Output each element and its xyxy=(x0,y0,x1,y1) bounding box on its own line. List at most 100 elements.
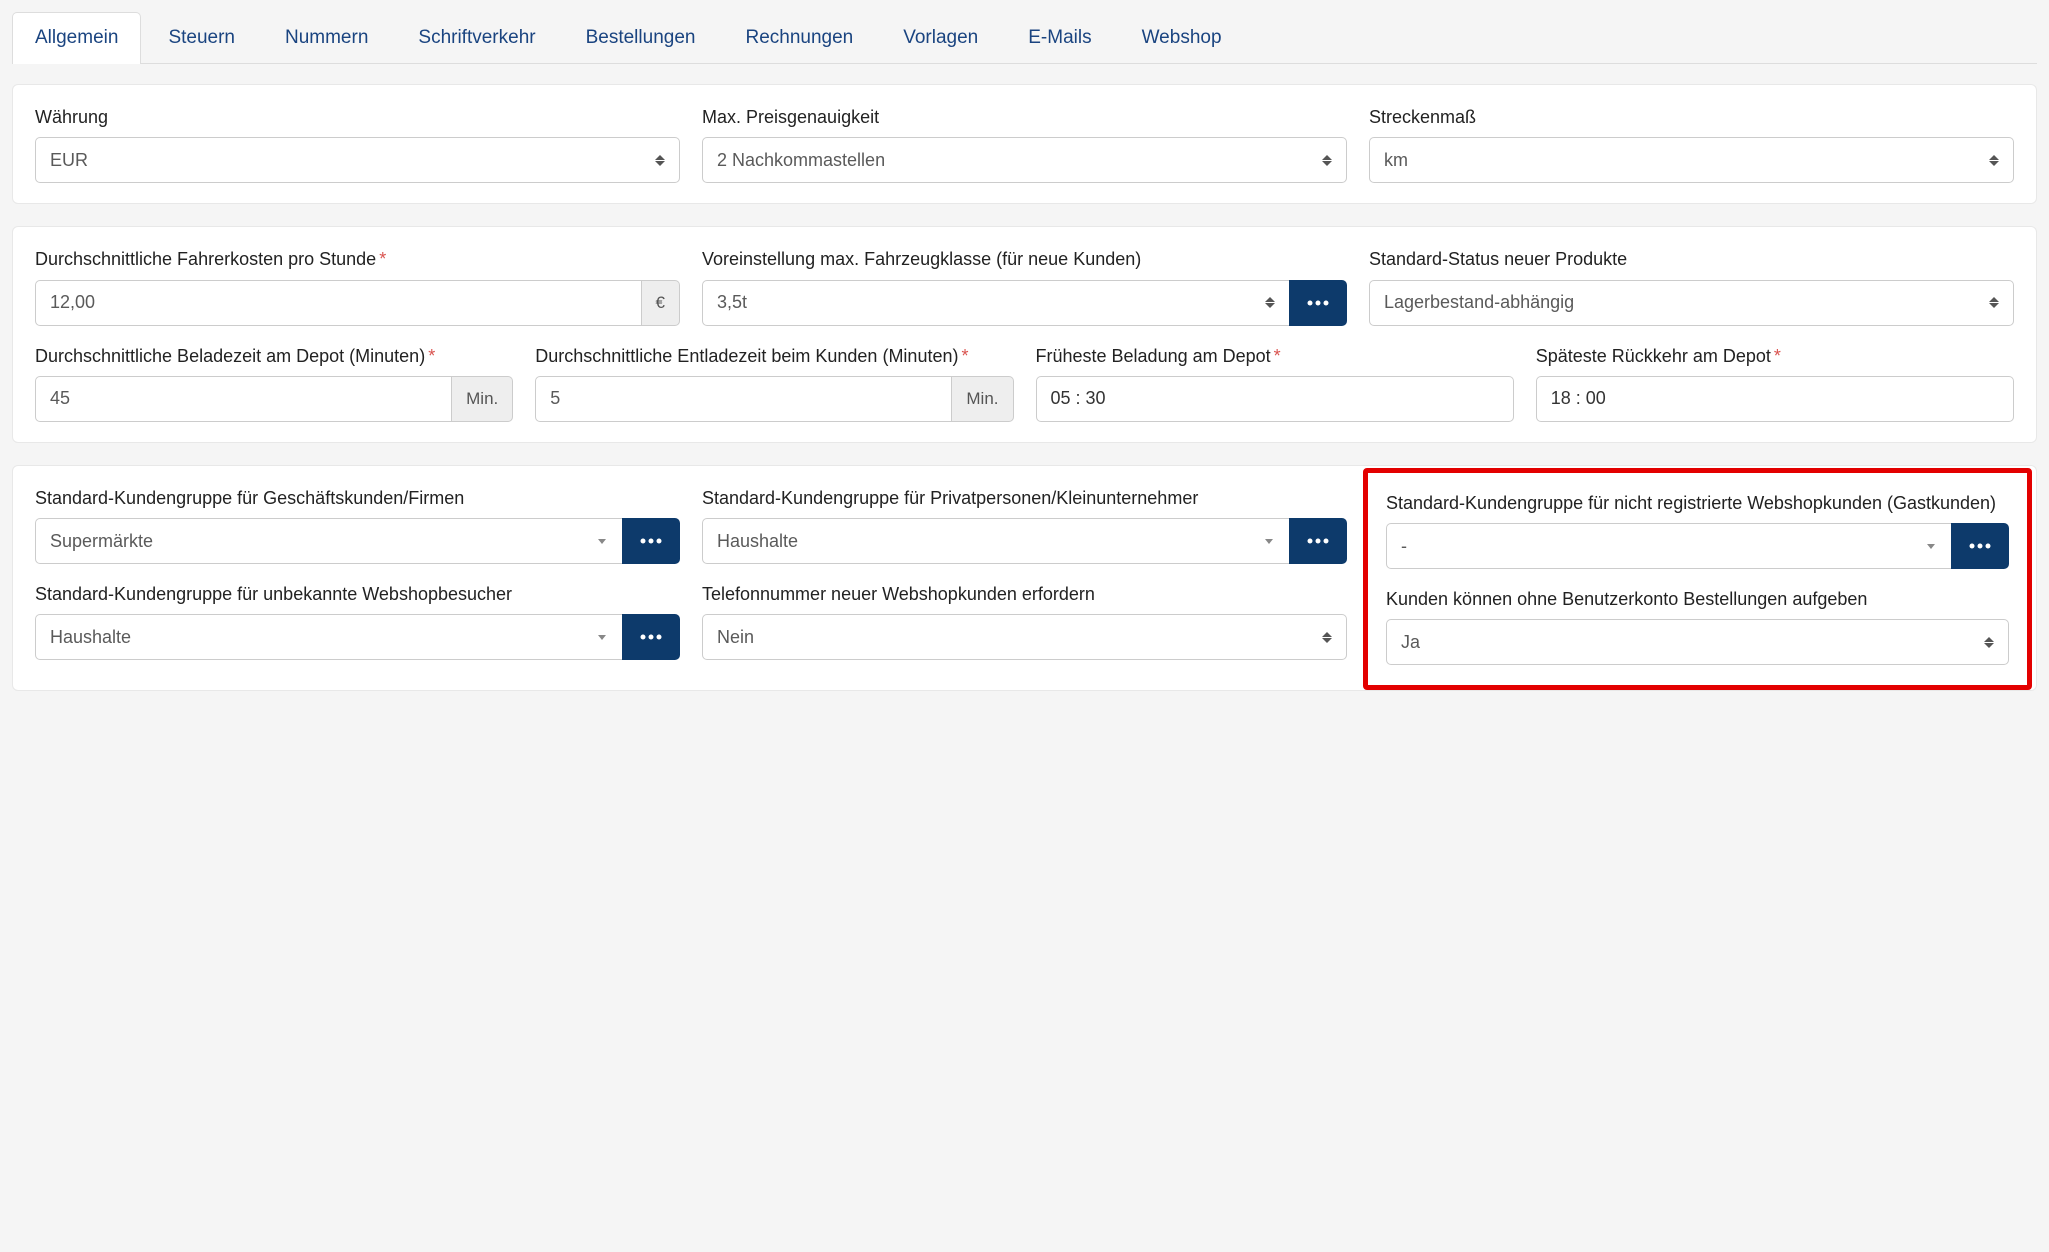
chevrons-updown-icon xyxy=(1322,632,1332,643)
chevrons-updown-icon xyxy=(1989,297,1999,308)
field-precision: Max. Preisgenauigkeit 2 Nachkommastellen xyxy=(702,105,1347,183)
select-group-private-value: Haushalte xyxy=(717,531,1265,552)
input-latest-return-value: 18 : 00 xyxy=(1551,388,1999,409)
select-distance[interactable]: km xyxy=(1369,137,2014,183)
label-currency: Währung xyxy=(35,105,680,129)
field-product-status: Standard-Status neuer Produkte Lagerbest… xyxy=(1369,247,2014,325)
field-group-business: Standard-Kundengruppe für Geschäftskunde… xyxy=(35,486,680,671)
select-group-guest-value: - xyxy=(1401,536,1927,557)
chevron-down-icon xyxy=(1265,539,1273,544)
input-latest-return[interactable]: 18 : 00 xyxy=(1536,376,2014,422)
label-product-status: Standard-Status neuer Produkte xyxy=(1369,247,2014,271)
select-vehicle-class-value: 3,5t xyxy=(717,292,1265,313)
dots-icon xyxy=(1969,543,1991,549)
label-phone-required: Telefonnummer neuer Webshopkunden erford… xyxy=(702,582,1347,606)
input-unload-time[interactable]: 5 xyxy=(535,376,952,422)
label-group-guest: Standard-Kundengruppe für nicht registri… xyxy=(1386,491,2009,515)
panel-general-units: Währung EUR Max. Preisgenauigkeit 2 Nach… xyxy=(12,84,2037,204)
more-button-group-business[interactable] xyxy=(622,518,680,564)
label-driver-cost: Durchschnittliche Fahrerkosten pro Stund… xyxy=(35,247,680,271)
tab-steuern[interactable]: Steuern xyxy=(145,12,258,63)
label-vehicle-class: Voreinstellung max. Fahrzeugklasse (für … xyxy=(702,247,1347,271)
field-group-private: Standard-Kundengruppe für Privatpersonen… xyxy=(702,486,1347,671)
chevrons-updown-icon xyxy=(1989,155,1999,166)
input-load-time[interactable]: 45 xyxy=(35,376,452,422)
tab-vorlagen[interactable]: Vorlagen xyxy=(880,12,1001,63)
field-latest-return: Späteste Rückkehr am Depot* 18 : 00 xyxy=(1536,344,2014,422)
select-precision-value: 2 Nachkommastellen xyxy=(717,150,1322,171)
dots-icon xyxy=(1307,300,1329,306)
highlight-box: Standard-Kundengruppe für nicht registri… xyxy=(1363,468,2032,691)
addon-min-unload: Min. xyxy=(952,376,1013,422)
label-group-private: Standard-Kundengruppe für Privatpersonen… xyxy=(702,486,1347,510)
select-group-business[interactable]: Supermärkte xyxy=(35,518,623,564)
field-distance: Streckenmaß km xyxy=(1369,105,2014,183)
field-earliest-load: Früheste Beladung am Depot* 05 : 30 xyxy=(1036,344,1514,422)
label-load-time: Durchschnittliche Beladezeit am Depot (M… xyxy=(35,344,513,368)
label-unload-time: Durchschnittliche Entladezeit beim Kunde… xyxy=(535,344,1013,368)
select-phone-required[interactable]: Nein xyxy=(702,614,1347,660)
select-vehicle-class[interactable]: 3,5t xyxy=(702,280,1290,326)
tab-schriftverkehr[interactable]: Schriftverkehr xyxy=(395,12,558,63)
more-button-group-guest[interactable] xyxy=(1951,523,2009,569)
field-load-time: Durchschnittliche Beladezeit am Depot (M… xyxy=(35,344,513,422)
input-driver-cost[interactable]: 12,00 xyxy=(35,280,642,326)
tabs-bar: Allgemein Steuern Nummern Schriftverkehr… xyxy=(12,12,2037,64)
label-latest-return: Späteste Rückkehr am Depot* xyxy=(1536,344,2014,368)
chevrons-updown-icon xyxy=(1265,297,1275,308)
tab-webshop[interactable]: Webshop xyxy=(1119,12,1245,63)
dots-icon xyxy=(640,538,662,544)
tab-nummern[interactable]: Nummern xyxy=(262,12,391,63)
select-group-guest[interactable]: - xyxy=(1386,523,1952,569)
more-button-group-unknown[interactable] xyxy=(622,614,680,660)
input-earliest-load-value: 05 : 30 xyxy=(1051,388,1499,409)
label-guest-order: Kunden können ohne Benutzerkonto Bestell… xyxy=(1386,587,2009,611)
select-precision[interactable]: 2 Nachkommastellen xyxy=(702,137,1347,183)
select-currency[interactable]: EUR xyxy=(35,137,680,183)
chevrons-updown-icon xyxy=(1984,637,1994,648)
select-group-unknown[interactable]: Haushalte xyxy=(35,614,623,660)
chevrons-updown-icon xyxy=(655,155,665,166)
more-button-group-private[interactable] xyxy=(1289,518,1347,564)
chevrons-updown-icon xyxy=(1322,155,1332,166)
field-driver-cost: Durchschnittliche Fahrerkosten pro Stund… xyxy=(35,247,680,325)
field-vehicle-class: Voreinstellung max. Fahrzeugklasse (für … xyxy=(702,247,1347,325)
field-unload-time: Durchschnittliche Entladezeit beim Kunde… xyxy=(535,344,1013,422)
select-guest-order-value: Ja xyxy=(1401,632,1984,653)
input-driver-cost-value: 12,00 xyxy=(50,292,627,313)
select-phone-required-value: Nein xyxy=(717,627,1322,648)
chevron-down-icon xyxy=(1927,544,1935,549)
more-button-vehicle-class[interactable] xyxy=(1289,280,1347,326)
tab-allgemein[interactable]: Allgemein xyxy=(12,12,141,64)
tab-bestellungen[interactable]: Bestellungen xyxy=(563,12,719,63)
select-group-private[interactable]: Haushalte xyxy=(702,518,1290,564)
tab-emails[interactable]: E-Mails xyxy=(1005,12,1114,63)
field-group-guest: Standard-Kundengruppe für nicht registri… xyxy=(1386,491,2009,666)
select-product-status-value: Lagerbestand-abhängig xyxy=(1384,292,1989,313)
label-earliest-load: Früheste Beladung am Depot* xyxy=(1036,344,1514,368)
panel-logistics: Durchschnittliche Fahrerkosten pro Stund… xyxy=(12,226,2037,443)
dots-icon xyxy=(640,634,662,640)
select-group-business-value: Supermärkte xyxy=(50,531,598,552)
panel-customer-groups: Standard-Kundengruppe für Geschäftskunde… xyxy=(12,465,2037,692)
input-earliest-load[interactable]: 05 : 30 xyxy=(1036,376,1514,422)
addon-euro: € xyxy=(642,280,680,326)
label-distance: Streckenmaß xyxy=(1369,105,2014,129)
select-product-status[interactable]: Lagerbestand-abhängig xyxy=(1369,280,2014,326)
label-precision: Max. Preisgenauigkeit xyxy=(702,105,1347,129)
highlighted-column: Standard-Kundengruppe für nicht registri… xyxy=(1369,486,2014,671)
tab-rechnungen[interactable]: Rechnungen xyxy=(722,12,876,63)
addon-min-load: Min. xyxy=(452,376,513,422)
dots-icon xyxy=(1307,538,1329,544)
label-group-business: Standard-Kundengruppe für Geschäftskunde… xyxy=(35,486,680,510)
select-distance-value: km xyxy=(1384,150,1989,171)
input-load-time-value: 45 xyxy=(50,388,437,409)
chevron-down-icon xyxy=(598,635,606,640)
select-guest-order[interactable]: Ja xyxy=(1386,619,2009,665)
field-currency: Währung EUR xyxy=(35,105,680,183)
select-group-unknown-value: Haushalte xyxy=(50,627,598,648)
chevron-down-icon xyxy=(598,539,606,544)
label-group-unknown: Standard-Kundengruppe für unbekannte Web… xyxy=(35,582,680,606)
select-currency-value: EUR xyxy=(50,150,655,171)
input-unload-time-value: 5 xyxy=(550,388,937,409)
